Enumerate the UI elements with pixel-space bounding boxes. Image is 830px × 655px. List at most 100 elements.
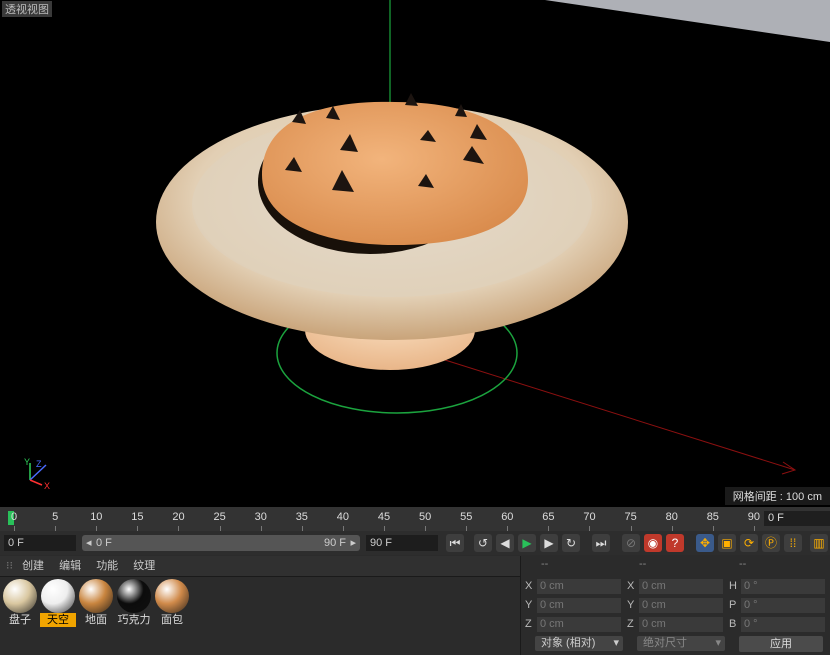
keyframe-help-button[interactable]: ? (666, 534, 684, 552)
position-header: -- (541, 558, 549, 570)
svg-text:X: X (44, 481, 50, 491)
scale-key-button[interactable]: ▣ (718, 534, 736, 552)
apply-button[interactable]: 应用 (739, 636, 823, 652)
autokey-button[interactable]: ◉ (644, 534, 662, 552)
move-icon: ✥ (699, 536, 711, 550)
record-icon: ⊘ (625, 536, 637, 550)
range-end-label: 90 F (323, 537, 346, 549)
material-swatch[interactable]: 巧克力 (116, 578, 152, 628)
play-icon: ▶ (522, 536, 532, 550)
material-preview-ball (3, 579, 37, 613)
material-label: 面包 (161, 614, 183, 626)
timeline-tick-label: 35 (295, 511, 308, 523)
preview-range-slider[interactable]: ◂ 0 F 90 F ▸ (82, 535, 360, 551)
floor-plane (545, 0, 830, 42)
coord-value-field[interactable]: 0 cm (537, 617, 621, 632)
next-key-icon: ↻ (565, 536, 577, 550)
transport-bar: 0 F ◂ 0 F 90 F ▸ 90 F ⏮ ↺ ◀ ▶ ▶ ↻ ⏭ ⊘ ◉ … (0, 531, 830, 555)
next-key-button[interactable]: ↻ (562, 534, 580, 552)
timeline-tick-label: 10 (90, 511, 103, 523)
size-mode-dropdown[interactable]: 绝对尺寸 ▾ (637, 636, 725, 651)
grid-dots-icon: ⁞⁞ (789, 536, 797, 550)
coord-value-field[interactable]: 0 cm (639, 579, 723, 594)
prev-key-icon: ↺ (477, 536, 489, 550)
pla-key-button[interactable]: ⁞⁞ (784, 534, 802, 552)
material-preview-ball (155, 579, 189, 613)
coord-axis-label: X (627, 580, 635, 592)
timeline-window-button[interactable]: ▥ (810, 534, 828, 552)
material-preview-ball (117, 579, 151, 613)
chevron-down-icon: ▾ (715, 637, 721, 649)
end-frame-field[interactable]: 90 F (366, 535, 438, 551)
prev-key-button[interactable]: ↺ (474, 534, 492, 552)
coord-value-field[interactable]: 0 ° (741, 579, 825, 594)
grid-spacing-label: 网格间距 : 100 cm (724, 487, 830, 505)
next-frame-icon: ▶ (544, 536, 554, 550)
coord-mode-value: 对象 (相对) (541, 637, 596, 649)
timeline-tick-label: 40 (336, 511, 350, 523)
rotate-key-button[interactable]: ⟳ (740, 534, 758, 552)
perspective-viewport[interactable]: 透视视图 Y Z X 网格间距 : 100 cm (0, 0, 830, 507)
scene-render (156, 0, 830, 475)
current-frame-field[interactable]: 0 F (764, 511, 830, 526)
timeline-tick-label: 90 (747, 511, 761, 523)
menu-function[interactable]: 功能 (96, 560, 118, 572)
coord-axis-label: H (729, 580, 737, 592)
material-label: 天空 (40, 613, 76, 627)
menu-create[interactable]: 创建 (22, 560, 44, 572)
goto-end-button[interactable]: ⏭ (592, 534, 610, 552)
material-swatch[interactable]: 面包 (154, 578, 190, 628)
coord-value-field[interactable]: 0 cm (537, 579, 621, 594)
goto-start-icon: ⏮ (449, 536, 461, 550)
start-frame-field[interactable]: 0 F (4, 535, 76, 551)
material-preview-ball (79, 579, 113, 613)
coord-axis-label: Y (627, 599, 635, 611)
material-preview-ball (41, 579, 75, 613)
timeline-tick-label: 70 (583, 511, 596, 523)
coord-mode-dropdown[interactable]: 对象 (相对) ▾ (535, 636, 623, 651)
material-label: 盘子 (9, 614, 31, 626)
film-icon: ▥ (813, 536, 825, 550)
range-left-arrow-icon: ◂ (86, 537, 92, 549)
rotate-icon: ⟳ (743, 536, 755, 550)
menu-texture[interactable]: 纹理 (133, 560, 155, 572)
goto-end-icon: ⏭ (595, 536, 607, 550)
panel-grip-icon: ⁝⁝ (6, 560, 13, 572)
size-header: -- (639, 558, 647, 570)
timeline-tick-label: 80 (665, 511, 678, 523)
coord-axis-label: X (525, 580, 533, 592)
autokey-icon: ◉ (647, 536, 659, 550)
svg-text:Z: Z (36, 459, 42, 469)
material-manager: ⁝⁝ 创建 编辑 功能 纹理 盘子 天空 地面 巧克力 面包 (0, 556, 521, 655)
coord-value-field[interactable]: 0 ° (741, 617, 825, 632)
coord-value-field[interactable]: 0 cm (639, 617, 723, 632)
record-disabled-button[interactable]: ⊘ (622, 534, 640, 552)
material-swatch[interactable]: 天空 (40, 578, 76, 628)
viewport-title[interactable]: 透视视图 (2, 1, 52, 17)
move-key-button[interactable]: ✥ (696, 534, 714, 552)
timeline-ruler[interactable]: 0 5 10 15 20 25 30 35 40 45 50 55 60 65 70 75 80 85 90 0 F (0, 507, 830, 531)
rotation-header: -- (739, 558, 747, 570)
coord-axis-label: Z (627, 618, 634, 630)
size-mode-value: 绝对尺寸 (643, 637, 687, 649)
timeline-tick-label: 55 (460, 511, 473, 523)
coord-axis-label: B (729, 618, 737, 630)
timeline-tick-label: 5 (52, 511, 59, 523)
param-key-button[interactable]: Ⓟ (762, 534, 780, 552)
play-button[interactable]: ▶ (518, 534, 536, 552)
svg-text:Y: Y (24, 457, 30, 467)
prev-frame-button[interactable]: ◀ (496, 534, 514, 552)
goto-start-button[interactable]: ⏮ (446, 534, 464, 552)
coord-value-field[interactable]: 0 cm (537, 598, 621, 613)
material-swatch[interactable]: 地面 (78, 578, 114, 628)
material-swatch[interactable]: 盘子 (2, 578, 38, 628)
timeline-tick-label: 25 (213, 511, 226, 523)
material-label: 巧克力 (117, 614, 151, 626)
timeline-tick-label: 85 (706, 511, 719, 523)
coordinates-panel: -- -- -- X 0 cm X 0 cm H 0 ° Y 0 cm Y 0 cm P 0 ° Z 0 … (521, 556, 830, 655)
chevron-down-icon: ▾ (613, 637, 619, 649)
coord-value-field[interactable]: 0 ° (741, 598, 825, 613)
menu-edit[interactable]: 编辑 (59, 560, 81, 572)
next-frame-button[interactable]: ▶ (540, 534, 558, 552)
coord-value-field[interactable]: 0 cm (639, 598, 723, 613)
